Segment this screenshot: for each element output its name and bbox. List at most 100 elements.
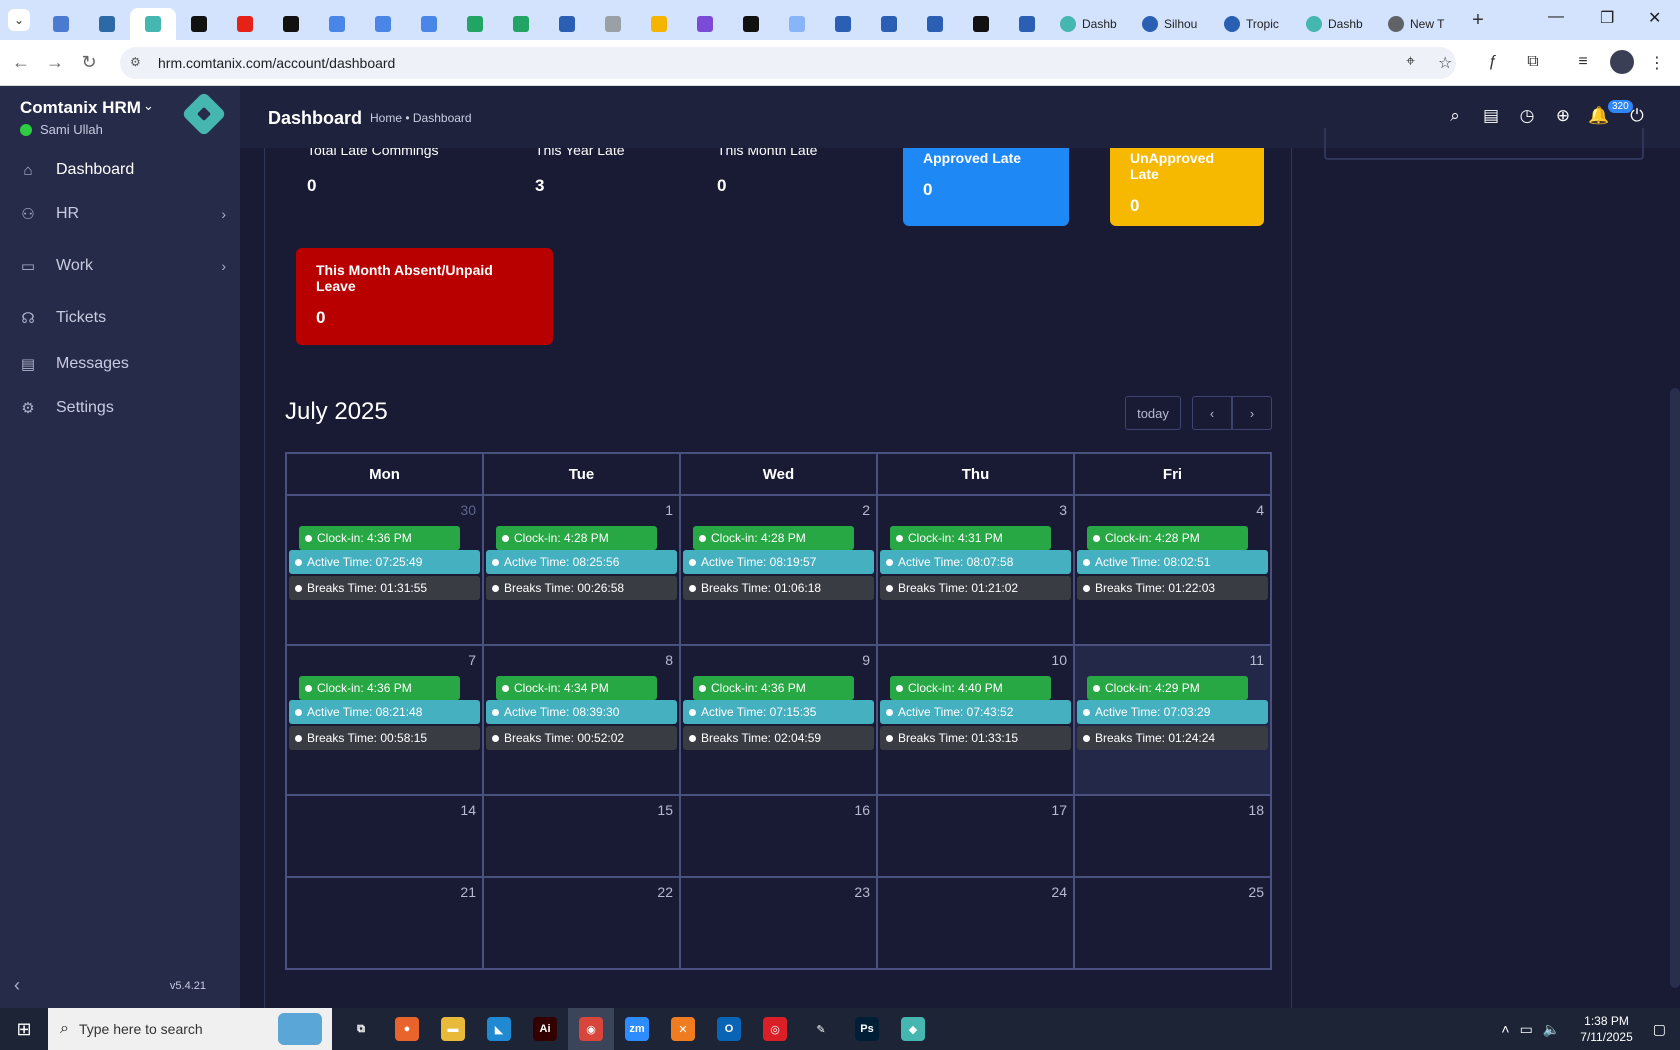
sidebar-item-dashboard[interactable]: ⌂ Dashboard (0, 146, 240, 194)
active-time-event[interactable]: Active Time: 07:03:29 (1077, 700, 1268, 724)
unapproved-late-card[interactable]: UnApproved Late 0 (1110, 148, 1264, 226)
taskbar-app-chrome[interactable]: ◉ (568, 1008, 614, 1050)
taskbar-search[interactable]: ⌕ Type here to search (48, 1008, 332, 1050)
clock-in-event[interactable]: Clock-in: 4:29 PM (1087, 676, 1248, 700)
day-number[interactable]: 11 (1249, 652, 1264, 668)
day-number[interactable]: 30 (460, 502, 476, 518)
sidebar-item-hr[interactable]: ⚇ HR › (0, 190, 240, 238)
collapse-sidebar-icon[interactable]: ‹ (14, 975, 20, 996)
extension-f-icon[interactable]: ƒ (1482, 53, 1504, 71)
extensions-icon[interactable]: ⧉ (1522, 53, 1544, 71)
clock-icon[interactable]: ◷ (1516, 106, 1538, 126)
system-clock[interactable]: 1:38 PM 7/11/2025 (1580, 1013, 1633, 1045)
day-number[interactable]: 17 (1051, 802, 1067, 818)
calendar-day[interactable]: 2 Clock-in: 4:28 PM Active Time: 08:19:57 B… (681, 496, 878, 644)
tab[interactable] (452, 8, 498, 40)
calendar-day[interactable]: 21 (287, 878, 484, 968)
absent-leave-card[interactable]: This Month Absent/Unpaid Leave 0 (296, 248, 553, 345)
tab-named[interactable]: New T (1378, 8, 1460, 40)
tab[interactable] (84, 8, 130, 40)
add-icon[interactable]: ⊕ (1552, 106, 1574, 126)
clock-in-event[interactable]: Clock-in: 4:36 PM (299, 526, 460, 550)
tab[interactable] (222, 8, 268, 40)
day-number[interactable]: 21 (460, 884, 476, 900)
taskbar-app-creative-cloud[interactable]: ◎ (752, 1008, 798, 1050)
calendar-day[interactable]: 15 (484, 796, 681, 876)
chevron-up-icon[interactable]: ˄ (1501, 1021, 1509, 1037)
calendar-day[interactable]: 17 (878, 796, 1075, 876)
reload-icon[interactable]: ↻ (72, 52, 106, 73)
sidebar-item-messages[interactable]: ▤ Messages (0, 340, 240, 388)
tab[interactable] (866, 8, 912, 40)
taskbar-app-vscode[interactable]: ◣ (476, 1008, 522, 1050)
tab[interactable] (958, 8, 1004, 40)
browser-menu-icon[interactable]: ⋮ (1646, 53, 1668, 73)
active-time-event[interactable]: Active Time: 08:39:30 (486, 700, 677, 724)
active-time-event[interactable]: Active Time: 08:21:48 (289, 700, 480, 724)
prev-month-button[interactable]: ‹ (1192, 396, 1232, 430)
breadcrumb[interactable]: Home • Dashboard (370, 111, 472, 125)
clock-in-event[interactable]: Clock-in: 4:34 PM (496, 676, 657, 700)
taskbar-app-outlook[interactable]: O (706, 1008, 752, 1050)
calendar-day[interactable]: 22 (484, 878, 681, 968)
calendar-day[interactable]: 30 Clock-in: 4:36 PM Active Time: 07:25:49… (287, 496, 484, 644)
tab[interactable] (590, 8, 636, 40)
taskbar-app-firefox[interactable]: ● (384, 1008, 430, 1050)
breaks-time-event[interactable]: Breaks Time: 01:22:03 (1077, 576, 1268, 600)
sidebar-item-settings[interactable]: ⚙ Settings (0, 384, 240, 432)
calendar-day[interactable]: 7 Clock-in: 4:36 PM Active Time: 08:21:48 B… (287, 646, 484, 794)
page-scrollbar[interactable] (1670, 388, 1680, 988)
calendar-day[interactable]: 23 (681, 878, 878, 968)
day-number[interactable]: 9 (862, 652, 870, 668)
location-icon[interactable]: ⌖ (1406, 53, 1415, 71)
tab[interactable] (774, 8, 820, 40)
tab[interactable] (406, 8, 452, 40)
breaks-time-event[interactable]: Breaks Time: 01:24:24 (1077, 726, 1268, 750)
close-icon[interactable]: ✕ (1648, 8, 1661, 28)
calendar-day[interactable]: 24 (878, 878, 1075, 968)
tab-named[interactable]: Silhou (1132, 8, 1214, 40)
back-icon[interactable]: ← (4, 52, 38, 73)
new-tab-button[interactable]: + (1464, 6, 1492, 34)
day-number[interactable]: 23 (854, 884, 870, 900)
calendar-day[interactable]: 4 Clock-in: 4:28 PM Active Time: 08:02:51 B… (1075, 496, 1270, 644)
taskbar-app-zoom[interactable]: zm (614, 1008, 660, 1050)
taskbar-app-file-explorer[interactable]: ▬ (430, 1008, 476, 1050)
day-number[interactable]: 24 (1051, 884, 1067, 900)
tab[interactable] (728, 8, 774, 40)
minimize-icon[interactable]: — (1548, 8, 1564, 26)
day-number[interactable]: 15 (657, 802, 673, 818)
day-number[interactable]: 3 (1059, 502, 1067, 518)
profile-avatar[interactable] (1610, 50, 1634, 74)
clock-in-event[interactable]: Clock-in: 4:28 PM (496, 526, 657, 550)
tab[interactable] (636, 8, 682, 40)
today-button[interactable]: today (1125, 396, 1181, 430)
restore-icon[interactable]: ❐ (1600, 8, 1614, 28)
day-number[interactable]: 10 (1051, 652, 1067, 668)
breaks-time-event[interactable]: Breaks Time: 01:06:18 (683, 576, 874, 600)
breaks-time-event[interactable]: Breaks Time: 01:31:55 (289, 576, 480, 600)
day-number[interactable]: 2 (862, 502, 870, 518)
day-number[interactable]: 14 (460, 802, 476, 818)
tab[interactable] (912, 8, 958, 40)
tab[interactable] (38, 8, 84, 40)
calendar-day[interactable]: 16 (681, 796, 878, 876)
tab[interactable] (360, 8, 406, 40)
active-time-event[interactable]: Active Time: 08:19:57 (683, 550, 874, 574)
windows-start-icon[interactable]: ⊞ (0, 1019, 48, 1040)
calendar-day[interactable]: 14 (287, 796, 484, 876)
media-icon[interactable]: ≡ (1572, 53, 1594, 71)
calendar-day[interactable]: 10 Clock-in: 4:40 PM Active Time: 07:43:52… (878, 646, 1075, 794)
tab-search-icon[interactable]: ⌄ (8, 9, 30, 31)
tab-named[interactable]: Dashb (1050, 8, 1132, 40)
breaks-time-event[interactable]: Breaks Time: 00:58:15 (289, 726, 480, 750)
site-info-icon[interactable]: ⚙ (130, 55, 146, 71)
sidebar-item-tickets[interactable]: ☊ Tickets (0, 294, 240, 342)
next-month-button[interactable]: › (1232, 396, 1272, 430)
tab[interactable] (682, 8, 728, 40)
tab[interactable] (176, 8, 222, 40)
active-time-event[interactable]: Active Time: 08:07:58 (880, 550, 1071, 574)
notifications-icon[interactable]: ▢ (1653, 1021, 1666, 1038)
calendar-day[interactable]: 18 (1075, 796, 1270, 876)
calendar-day-today[interactable]: 11 Clock-in: 4:29 PM Active Time: 07:03:29… (1075, 646, 1270, 794)
